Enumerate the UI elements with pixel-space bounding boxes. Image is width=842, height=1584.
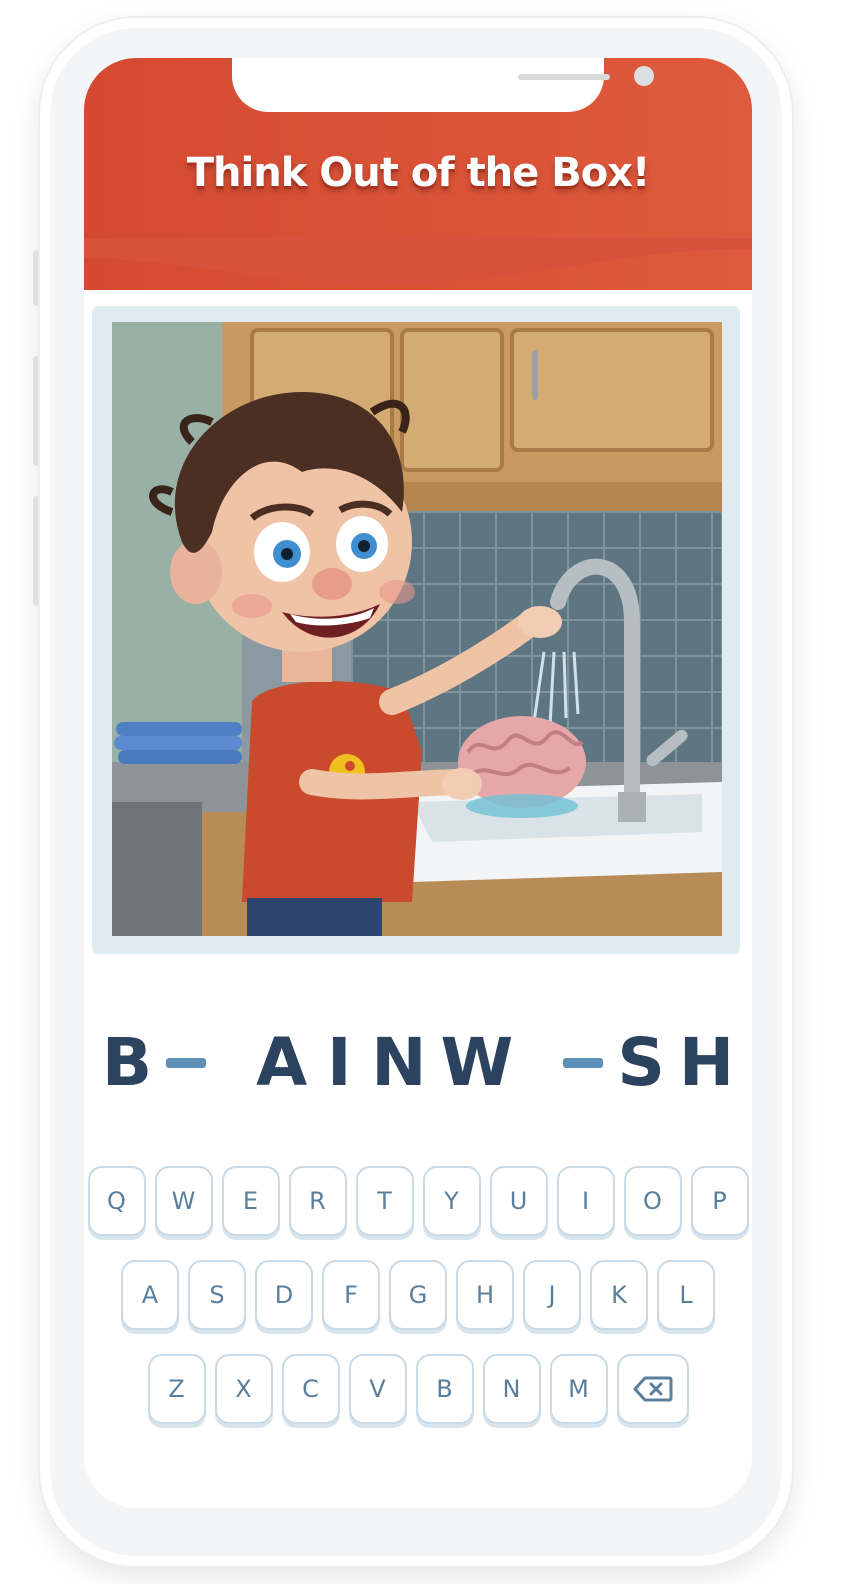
key-s[interactable]: S (188, 1260, 246, 1330)
keyboard-row-2: A S D F G H J K L (84, 1260, 752, 1330)
key-p[interactable]: P (690, 1166, 749, 1236)
puzzle-image (112, 322, 722, 936)
page-title: Think Out of the Box! (186, 150, 650, 196)
key-w[interactable]: W (154, 1166, 213, 1236)
answer-tile: B (101, 1024, 153, 1101)
answer-tile: N (371, 1024, 427, 1101)
key-x[interactable]: X (214, 1354, 273, 1424)
key-o[interactable]: O (623, 1166, 682, 1236)
key-y[interactable]: Y (422, 1166, 481, 1236)
key-k[interactable]: K (590, 1260, 648, 1330)
answer-blank[interactable] (563, 1058, 604, 1068)
key-u[interactable]: U (489, 1166, 548, 1236)
key-h[interactable]: H (456, 1260, 514, 1330)
key-g[interactable]: G (389, 1260, 447, 1330)
key-a[interactable]: A (121, 1260, 179, 1330)
key-f[interactable]: F (322, 1260, 380, 1330)
speaker-grille (518, 74, 610, 80)
key-j[interactable]: J (523, 1260, 581, 1330)
answer-word: B A I N W S H (84, 1018, 752, 1108)
key-n[interactable]: N (482, 1354, 541, 1424)
answer-tile: H (678, 1024, 735, 1101)
key-i[interactable]: I (556, 1166, 615, 1236)
answer-tile: A (256, 1024, 308, 1101)
key-l[interactable]: L (657, 1260, 715, 1330)
key-d[interactable]: D (255, 1260, 313, 1330)
header-wave (84, 238, 752, 286)
answer-tile: S (617, 1024, 665, 1101)
key-b[interactable]: B (415, 1354, 474, 1424)
key-z[interactable]: Z (147, 1354, 206, 1424)
puzzle-image-frame (92, 306, 740, 954)
boy-washing-brain-illustration (112, 322, 722, 936)
backspace-button[interactable] (616, 1354, 689, 1424)
key-e[interactable]: E (221, 1166, 280, 1236)
keyboard-row-3: Z X C V B N M (84, 1354, 752, 1424)
answer-tile: I (326, 1024, 352, 1101)
app-screen: Think Out of the Box! B A I N W S H Q W … (84, 58, 752, 1508)
key-t[interactable]: T (355, 1166, 414, 1236)
key-q[interactable]: Q (87, 1166, 146, 1236)
answer-blank[interactable] (166, 1058, 207, 1068)
backspace-icon (633, 1376, 672, 1402)
phone-notch (232, 58, 654, 112)
answer-tile: W (440, 1024, 514, 1101)
key-m[interactable]: M (549, 1354, 608, 1424)
key-c[interactable]: C (281, 1354, 340, 1424)
key-r[interactable]: R (288, 1166, 347, 1236)
front-camera (634, 66, 654, 86)
keyboard-row-1: Q W E R T Y U I O P (84, 1166, 752, 1236)
key-v[interactable]: V (348, 1354, 407, 1424)
